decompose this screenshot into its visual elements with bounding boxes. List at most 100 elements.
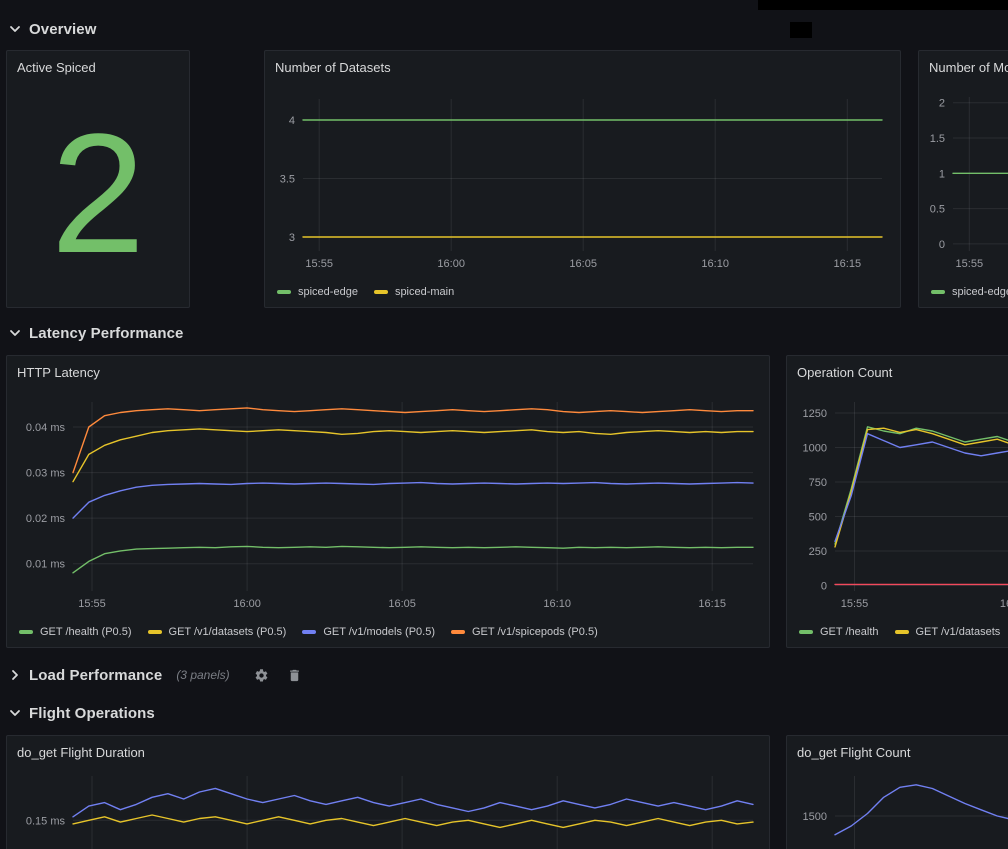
- section-header-latency-performance[interactable]: Latency Performance: [8, 320, 183, 346]
- legend-item[interactable]: GET /health: [799, 626, 879, 638]
- panels-count-label: (3 panels): [176, 668, 229, 682]
- svg-text:0.01 ms: 0.01 ms: [26, 559, 66, 571]
- svg-text:15:55: 15:55: [956, 258, 984, 270]
- svg-text:16:00: 16:00: [1000, 598, 1008, 610]
- operation-count-chart[interactable]: 02505007501000125015:5516:0016:0516:1016…: [795, 390, 1008, 611]
- legend-series-marker: [302, 630, 316, 634]
- legend-item[interactable]: spiced-edge: [931, 286, 1008, 298]
- http-latency-legend: GET /health (P0.5) GET /v1/datasets (P0.5…: [19, 623, 765, 641]
- panel-operation-count: Operation Count 02505007501000125015:551…: [786, 355, 1008, 648]
- datasets-chart[interactable]: 3 3.5 4 15:55 16:00 16:05 16:10 16:15: [273, 85, 892, 271]
- section-header-flight-operations[interactable]: Flight Operations: [8, 700, 155, 726]
- legend-series-label: GET /health (P0.5): [40, 626, 132, 638]
- svg-text:16:10: 16:10: [701, 258, 729, 270]
- svg-text:1: 1: [939, 168, 945, 180]
- section-header-load-performance[interactable]: Load Performance (3 panels): [8, 662, 302, 688]
- active-spiced-value: 2: [7, 81, 189, 307]
- panel-number-of-models: Number of Models 00.511.5215:5516:0016:0…: [918, 50, 1008, 308]
- panel-title[interactable]: Operation Count: [787, 356, 1008, 386]
- section-title: Flight Operations: [29, 705, 155, 722]
- svg-text:500: 500: [809, 512, 827, 524]
- panel-title[interactable]: Active Spiced: [7, 51, 189, 81]
- svg-text:0: 0: [939, 239, 945, 251]
- legend-series-label: spiced-edge: [298, 286, 358, 298]
- models-legend: spiced-edge: [931, 283, 1008, 301]
- svg-text:16:15: 16:15: [698, 598, 726, 610]
- svg-text:0.03 ms: 0.03 ms: [26, 468, 66, 480]
- section-settings-button[interactable]: [254, 668, 269, 683]
- svg-text:4: 4: [289, 115, 295, 127]
- svg-text:15:55: 15:55: [78, 598, 106, 610]
- section-delete-button[interactable]: [287, 668, 302, 683]
- trash-icon: [287, 668, 302, 683]
- svg-text:1500: 1500: [803, 811, 827, 823]
- panel-title[interactable]: Number of Models: [919, 51, 1008, 81]
- datasets-legend: spiced-edge spiced-main: [277, 283, 896, 301]
- panel-title[interactable]: HTTP Latency: [7, 356, 769, 386]
- panel-title[interactable]: do_get Flight Count: [787, 736, 1008, 766]
- legend-item[interactable]: spiced-edge: [277, 286, 358, 298]
- svg-text:0.5: 0.5: [930, 204, 945, 216]
- svg-text:16:00: 16:00: [437, 258, 465, 270]
- svg-text:0: 0: [821, 581, 827, 593]
- legend-item[interactable]: spiced-main: [374, 286, 454, 298]
- section-title: Overview: [29, 21, 97, 38]
- svg-text:0.02 ms: 0.02 ms: [26, 513, 66, 525]
- panel-http-latency: HTTP Latency 0.01 ms 0.02 ms 0.03 ms 0.04 m…: [6, 355, 770, 648]
- legend-series-marker: [799, 630, 813, 634]
- gear-icon: [254, 668, 269, 683]
- chevron-right-icon: [8, 668, 22, 682]
- svg-text:15:55: 15:55: [841, 598, 869, 610]
- legend-item[interactable]: GET /v1/datasets: [895, 626, 1001, 638]
- legend-series-label: spiced-main: [395, 286, 454, 298]
- panel-do-get-flight-count: do_get Flight Count 1000150015:5516:0016…: [786, 735, 1008, 849]
- legend-series-label: GET /v1/spicepods (P0.5): [472, 626, 598, 638]
- svg-text:15:55: 15:55: [305, 258, 333, 270]
- legend-series-marker: [19, 630, 33, 634]
- legend-series-marker: [931, 290, 945, 294]
- http-latency-chart[interactable]: 0.01 ms 0.02 ms 0.03 ms 0.04 ms 15:55 16:00 16…: [15, 390, 761, 611]
- svg-text:250: 250: [809, 546, 827, 558]
- panel-title[interactable]: do_get Flight Duration: [7, 736, 769, 766]
- legend-series-label: GET /v1/datasets: [916, 626, 1001, 638]
- chevron-down-icon: [8, 22, 22, 36]
- legend-series-label: GET /v1/datasets (P0.5): [169, 626, 287, 638]
- legend-item[interactable]: GET /v1/models (P0.5): [302, 626, 435, 638]
- svg-text:0.15 ms: 0.15 ms: [26, 815, 66, 827]
- chevron-down-icon: [8, 706, 22, 720]
- flight-duration-chart[interactable]: 0.1 ms0.15 ms15:5516:0016:0516:1016:15: [15, 770, 761, 849]
- chevron-down-icon: [8, 326, 22, 340]
- svg-text:750: 750: [809, 477, 827, 489]
- legend-series-marker: [374, 290, 388, 294]
- operation-count-legend: GET /healthGET /v1/datasetsGET /v1/model…: [799, 623, 1008, 641]
- svg-text:16:15: 16:15: [834, 258, 862, 270]
- panel-number-of-datasets: Number of Datasets 3 3.5 4 15:55 16:00 16:05 1…: [264, 50, 901, 308]
- legend-series-label: GET /health: [820, 626, 879, 638]
- legend-series-marker: [895, 630, 909, 634]
- svg-text:2: 2: [939, 98, 945, 110]
- section-header-overview[interactable]: Overview: [8, 16, 97, 42]
- svg-text:1.5: 1.5: [930, 133, 945, 145]
- svg-text:1250: 1250: [803, 408, 827, 420]
- svg-text:0.04 ms: 0.04 ms: [26, 422, 66, 434]
- panel-title[interactable]: Number of Datasets: [265, 51, 900, 81]
- legend-item[interactable]: GET /v1/datasets (P0.5): [148, 626, 287, 638]
- svg-text:16:05: 16:05: [569, 258, 597, 270]
- legend-item[interactable]: GET /health (P0.5): [19, 626, 132, 638]
- flight-count-chart[interactable]: 1000150015:5516:0016:0516:1016:15: [795, 770, 1008, 849]
- svg-text:3: 3: [289, 232, 295, 244]
- legend-item[interactable]: GET /v1/spicepods (P0.5): [451, 626, 598, 638]
- panel-do-get-flight-duration: do_get Flight Duration 0.1 ms0.15 ms15:5…: [6, 735, 770, 849]
- panel-active-spiced: Active Spiced 2: [6, 50, 190, 308]
- svg-text:16:10: 16:10: [543, 598, 571, 610]
- grafana-dashboard: Overview Active Spiced 2 Number of Datas…: [0, 0, 1008, 849]
- legend-series-marker: [277, 290, 291, 294]
- section-title: Load Performance: [29, 667, 162, 684]
- svg-text:16:00: 16:00: [233, 598, 261, 610]
- models-chart[interactable]: 00.511.5215:5516:0016:0516:1016:15: [927, 85, 1008, 271]
- svg-text:3.5: 3.5: [280, 174, 295, 186]
- legend-series-label: GET /v1/models (P0.5): [323, 626, 435, 638]
- section-title: Latency Performance: [29, 325, 183, 342]
- legend-series-marker: [451, 630, 465, 634]
- top-black-strip: [758, 0, 1008, 10]
